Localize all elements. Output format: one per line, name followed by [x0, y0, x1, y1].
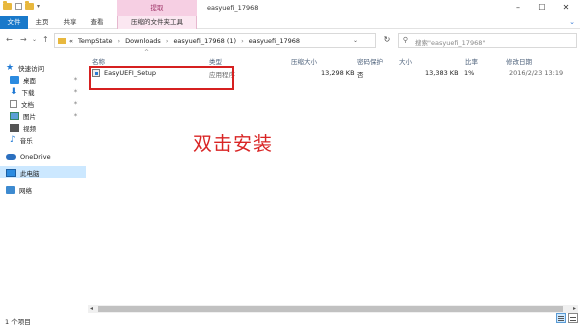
- column-header-modified[interactable]: 修改日期: [506, 56, 532, 66]
- pin-icon[interactable]: ✶: [73, 76, 78, 83]
- up-button[interactable]: ↑: [42, 35, 49, 44]
- title-bar: ▾ 提取 easyuefi_17968 – ☐ ✕: [0, 0, 580, 16]
- desktop-icon: [10, 75, 19, 84]
- chevron-right-icon[interactable]: ›: [166, 37, 169, 45]
- document-icon: [10, 99, 17, 108]
- scroll-left-icon[interactable]: ◂: [90, 305, 93, 312]
- address-bar[interactable]: « TempState › Downloads › easyuefi_17968…: [54, 33, 376, 48]
- sidebar-item-quick-access[interactable]: ★ 快速访问: [6, 62, 44, 73]
- sidebar-item-this-pc[interactable]: 此电脑: [6, 167, 40, 178]
- address-dropdown-icon[interactable]: ⌄: [353, 37, 358, 44]
- sidebar-item-label: 快速访问: [18, 64, 45, 73]
- pin-icon[interactable]: ✶: [73, 88, 78, 95]
- sidebar-item-music[interactable]: ♪ 音乐: [10, 134, 33, 145]
- folder-icon: [58, 38, 66, 44]
- close-button[interactable]: ✕: [555, 2, 577, 14]
- sidebar-item-label: 文档: [21, 100, 34, 109]
- breadcrumb-overflow[interactable]: «: [69, 37, 73, 45]
- maximize-button[interactable]: ☐: [531, 2, 553, 14]
- properties-icon[interactable]: [15, 3, 22, 10]
- download-icon: ⬇: [10, 86, 18, 97]
- sidebar-item-label: 桌面: [23, 76, 36, 85]
- window-title: easyuefi_17968: [207, 4, 259, 12]
- refresh-button[interactable]: ↻: [380, 33, 394, 47]
- quick-access-toolbar: ▾: [3, 1, 40, 10]
- file-modified-date: 2016/2/23 13:19: [509, 69, 564, 77]
- pin-icon[interactable]: ✶: [73, 112, 78, 119]
- forward-button[interactable]: →: [20, 35, 27, 44]
- tab-view[interactable]: 查看: [87, 16, 107, 29]
- context-tab-extract[interactable]: 提取: [117, 0, 197, 16]
- minimize-button[interactable]: –: [507, 2, 529, 14]
- large-icons-view-button[interactable]: [568, 313, 578, 323]
- file-explorer-window: ▾ 提取 easyuefi_17968 – ☐ ✕ 文件 主页 共享 查看 压缩…: [0, 0, 580, 326]
- customize-toolbar-icon[interactable]: ▾: [37, 3, 40, 10]
- breadcrumb-downloads[interactable]: Downloads: [125, 37, 161, 45]
- file-size: 13,383 KB: [425, 69, 459, 77]
- sidebar-item-label: 下载: [21, 88, 35, 97]
- red-highlight-box: [89, 66, 234, 90]
- recent-locations-button[interactable]: ⌄: [32, 36, 37, 43]
- chevron-right-icon[interactable]: ›: [118, 37, 121, 45]
- tab-share[interactable]: 共享: [60, 16, 80, 29]
- sidebar-item-label: 此电脑: [20, 169, 40, 178]
- tab-home[interactable]: 主页: [32, 16, 52, 29]
- column-header-ratio[interactable]: 比率: [465, 56, 478, 66]
- status-item-count: 1 个项目: [5, 318, 31, 326]
- file-password-protected: 否: [357, 71, 364, 79]
- breadcrumb-tempstate[interactable]: TempState: [78, 37, 113, 45]
- file-ratio: 1%: [464, 69, 475, 77]
- annotation-text: 双击安装: [193, 133, 274, 155]
- network-icon: [6, 185, 15, 194]
- sidebar-item-videos[interactable]: 视频: [10, 122, 36, 133]
- breadcrumb-easyuefi[interactable]: easyuefi_17968: [249, 37, 300, 45]
- sidebar-item-label: 音乐: [19, 136, 33, 145]
- ribbon-tabs: 文件 主页 共享 查看 压缩的文件夹工具 ⌄: [0, 16, 580, 29]
- tab-compressed-folder-tools[interactable]: 压缩的文件夹工具: [117, 16, 197, 29]
- column-header-size[interactable]: 大小: [399, 56, 412, 66]
- pictures-icon: [10, 111, 19, 120]
- column-header-compressed-size[interactable]: 压缩大小: [291, 56, 317, 66]
- scroll-right-icon[interactable]: ▸: [573, 305, 576, 312]
- pin-icon[interactable]: ✶: [73, 100, 78, 107]
- sidebar-item-label: 视频: [23, 124, 36, 133]
- sidebar-item-downloads[interactable]: ⬇ 下载 ✶: [10, 86, 78, 97]
- new-folder-icon[interactable]: [25, 1, 34, 10]
- folder-icon: [3, 1, 12, 10]
- details-view-button[interactable]: [556, 313, 566, 323]
- onedrive-icon: [6, 153, 16, 160]
- sidebar-item-label: 网络: [19, 186, 32, 195]
- sidebar-item-pictures[interactable]: 图片 ✶: [10, 110, 78, 121]
- sidebar-item-desktop[interactable]: 桌面 ✶: [10, 74, 78, 85]
- sidebar-item-onedrive[interactable]: OneDrive: [6, 151, 51, 162]
- breadcrumb: « TempState › Downloads › easyuefi_17968…: [69, 37, 300, 45]
- column-header-password[interactable]: 密码保护: [357, 56, 383, 66]
- sidebar-item-network[interactable]: 网络: [6, 184, 32, 195]
- sidebar-item-label: OneDrive: [20, 152, 51, 161]
- expand-ribbon-icon[interactable]: ⌄: [569, 18, 575, 26]
- search-icon: ⚲: [403, 36, 409, 44]
- column-header-name[interactable]: 名称: [92, 56, 105, 66]
- tab-file[interactable]: 文件: [0, 16, 28, 29]
- scrollbar-thumb[interactable]: [98, 306, 563, 312]
- breadcrumb-easyuefi-1[interactable]: easyuefi_17968 (1): [173, 37, 236, 45]
- file-compressed-size: 13,298 KB: [321, 69, 355, 77]
- navigation-pane: ★ 快速访问 桌面 ✶ ⬇ 下载 ✶ 文档 ✶ 图片 ✶ 视频 ♪ 音乐 One…: [0, 52, 86, 307]
- star-icon: ★: [6, 62, 15, 73]
- column-header-type[interactable]: 类型: [209, 56, 222, 66]
- back-button[interactable]: ←: [6, 35, 13, 44]
- search-input[interactable]: ⚲ 搜索"easyuefi_17968": [398, 33, 577, 48]
- horizontal-scrollbar[interactable]: ◂ ▸: [88, 305, 578, 313]
- chevron-right-icon[interactable]: ›: [241, 37, 244, 45]
- music-icon: ♪: [10, 134, 16, 145]
- this-pc-icon: [6, 168, 16, 177]
- sidebar-item-documents[interactable]: 文档 ✶: [10, 98, 78, 109]
- sidebar-item-label: 图片: [23, 112, 36, 121]
- search-placeholder: 搜索"easyuefi_17968": [415, 39, 486, 47]
- video-icon: [10, 123, 19, 132]
- sort-ascending-icon: ^: [144, 49, 150, 56]
